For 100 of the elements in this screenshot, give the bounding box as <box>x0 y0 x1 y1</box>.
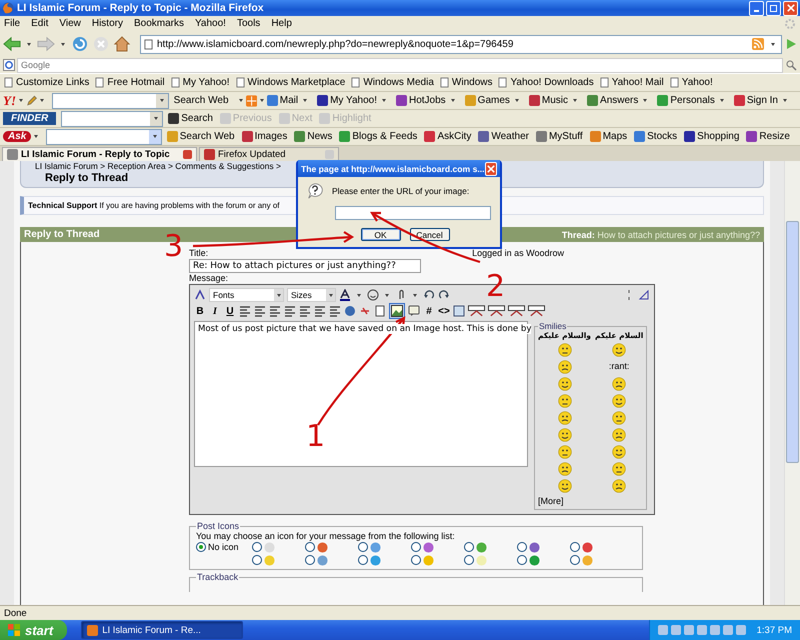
radio-button[interactable] <box>358 542 368 552</box>
smiley-icon[interactable] <box>558 360 572 374</box>
menu-item[interactable]: Tools <box>236 18 260 29</box>
url-input-field[interactable] <box>335 206 491 220</box>
finder-search-field[interactable] <box>61 110 164 126</box>
toolbar-button[interactable]: MyStuff <box>536 131 583 142</box>
globe-icon[interactable] <box>344 305 356 317</box>
yahoo-logo[interactable]: Y! <box>3 92 16 108</box>
numbered-list-icon[interactable] <box>284 305 296 317</box>
format-button[interactable]: B <box>194 306 206 316</box>
menu-item[interactable]: Bookmarks <box>134 18 184 29</box>
undo-icon[interactable] <box>423 289 435 301</box>
breadcrumb-link[interactable]: LI Islamic Forum > Reception Area > Comments & Suggestions > <box>35 161 281 172</box>
insert-image-button[interactable] <box>389 303 405 319</box>
toolbar-button[interactable]: News <box>294 131 332 142</box>
smilie-code[interactable]: :rant: <box>608 359 630 374</box>
radio-button[interactable] <box>252 555 262 565</box>
radio-button[interactable] <box>305 542 315 552</box>
bookmark-link[interactable]: Windows <box>440 77 492 88</box>
taskbar-button[interactable]: LI Islamic Forum - Re... <box>81 621 244 639</box>
search-icon[interactable] <box>785 59 797 71</box>
back-arrow-icon[interactable] <box>3 36 21 52</box>
search-field[interactable]: Google <box>17 58 783 72</box>
align-right-icon[interactable] <box>269 305 281 317</box>
smiley-icon[interactable] <box>612 478 626 492</box>
smiley-icon[interactable] <box>367 289 379 301</box>
smiley-icon[interactable] <box>612 342 626 356</box>
ask-logo[interactable]: Ask <box>3 131 32 142</box>
unlink-icon[interactable] <box>359 305 371 317</box>
radio-button[interactable] <box>305 555 315 565</box>
radio-button[interactable] <box>570 555 580 565</box>
scrollbar[interactable] <box>784 161 800 605</box>
toolbar-button[interactable]: Answers <box>587 95 650 106</box>
quote-icon[interactable] <box>408 305 420 317</box>
switch-mode-icon[interactable] <box>638 289 650 301</box>
smiley-icon[interactable] <box>558 376 572 390</box>
toolbar-button[interactable]: Sign In <box>734 95 790 106</box>
restore-button[interactable] <box>766 0 781 16</box>
radio-button[interactable] <box>464 542 474 552</box>
redo-icon[interactable] <box>438 289 450 301</box>
toolbar-button[interactable]: Music <box>528 95 580 106</box>
indent-icon[interactable] <box>329 305 341 317</box>
radio-button[interactable] <box>196 542 206 552</box>
dialog-button[interactable]: OK <box>360 228 400 241</box>
smiley-icon[interactable] <box>558 462 572 476</box>
radio-button[interactable] <box>411 542 421 552</box>
smiley-icon[interactable] <box>558 394 572 408</box>
browser-tab[interactable]: Firefox Updated <box>199 147 339 161</box>
smiley-icon[interactable] <box>612 376 626 390</box>
menu-item[interactable]: Yahoo! <box>195 18 226 29</box>
toolbar-button[interactable]: AskCity <box>424 131 472 142</box>
search-web-button[interactable]: Search Web <box>174 95 228 106</box>
toolbar-button[interactable]: Mail <box>266 95 310 106</box>
smiley-icon[interactable] <box>558 410 572 424</box>
smiley-icon[interactable] <box>558 342 572 356</box>
radio-button[interactable] <box>358 555 368 565</box>
outdent-icon[interactable] <box>314 305 326 317</box>
yahoo-search-field[interactable] <box>52 92 169 108</box>
bookmark-link[interactable]: Windows Marketplace <box>236 77 346 88</box>
font-select[interactable]: Fonts <box>209 288 284 302</box>
radio-button[interactable] <box>252 542 262 552</box>
smiley-icon[interactable] <box>612 410 626 424</box>
code-button[interactable]: # <box>423 306 435 316</box>
menu-item[interactable]: Edit <box>31 18 48 29</box>
toolbar-button[interactable]: Resize <box>746 131 790 142</box>
page-icon[interactable] <box>374 305 386 317</box>
radio-button[interactable] <box>517 555 527 565</box>
toolbar-button[interactable]: Personals <box>657 95 727 106</box>
align-left-icon[interactable] <box>239 305 251 317</box>
bookmark-link[interactable]: Customize Links <box>4 77 90 88</box>
smiley-icon[interactable] <box>612 394 626 408</box>
bookmark-link[interactable]: My Yahoo! <box>170 77 230 88</box>
ask-search-field[interactable] <box>46 128 162 144</box>
toolbar-button[interactable]: Images <box>242 131 288 142</box>
bullet-list-icon[interactable] <box>299 305 311 317</box>
toolbar-button[interactable]: Search <box>168 113 213 124</box>
close-button[interactable] <box>484 162 497 176</box>
menu-item[interactable]: View <box>59 18 81 29</box>
format-button[interactable]: I <box>209 306 221 316</box>
bookmark-link[interactable]: Yahoo! Downloads <box>498 77 594 88</box>
smiley-icon[interactable] <box>558 478 572 492</box>
title-field[interactable]: Re: How to attach pictures or just anything?? <box>189 259 421 273</box>
smiley-icon[interactable] <box>612 428 626 442</box>
radio-button[interactable] <box>570 542 580 552</box>
smiley-icon[interactable] <box>558 444 572 458</box>
format-button[interactable]: U <box>224 306 236 316</box>
menu-item[interactable]: History <box>92 18 123 29</box>
smiley-icon[interactable] <box>612 462 626 476</box>
menu-item[interactable]: File <box>4 18 20 29</box>
pencil-icon[interactable] <box>26 94 38 106</box>
browser-tab[interactable]: LI Islamic Forum - Reply to Topic <box>2 147 197 161</box>
smiley-icon[interactable] <box>612 444 626 458</box>
bookmark-link[interactable]: Yahoo! Mail <box>600 77 664 88</box>
radio-button[interactable] <box>517 542 527 552</box>
toolbar-button[interactable]: Shopping <box>684 131 740 142</box>
php-icon[interactable] <box>453 305 465 317</box>
minimize-button[interactable] <box>749 0 764 16</box>
code-button[interactable]: <> <box>438 306 450 316</box>
smiley-icon[interactable] <box>558 428 572 442</box>
toolbar-button[interactable]: Weather <box>478 131 529 142</box>
